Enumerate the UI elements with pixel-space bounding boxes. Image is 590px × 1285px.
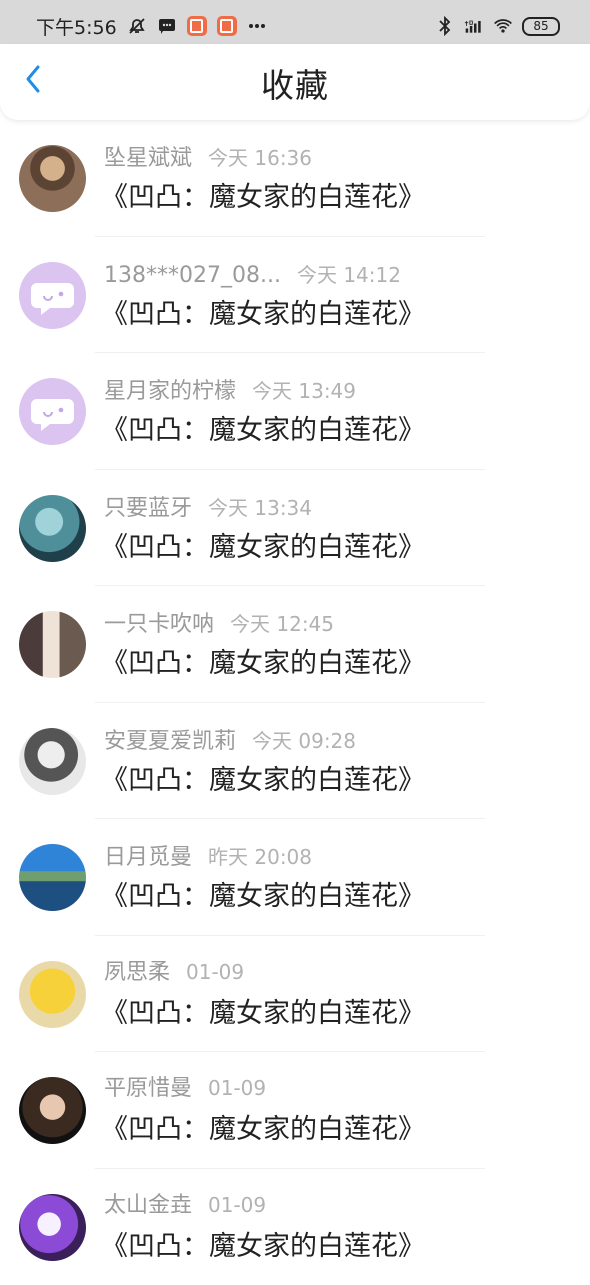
name-row: 夙思柔 01-09 <box>104 958 244 988</box>
item-title: 《凹凸：魔女家的白莲花》 <box>101 763 425 799</box>
avatar <box>19 145 86 212</box>
avatar <box>19 844 86 911</box>
list-item[interactable]: 坠星斌斌 今天 16:36 《凹凸：魔女家的白莲花》 <box>0 120 590 237</box>
name-row: 只要蓝牙 今天 13:34 <box>104 492 312 524</box>
user-name: 坠星斌斌 <box>104 144 192 174</box>
name-row: 坠星斌斌 今天 16:36 <box>104 142 312 174</box>
message-icon <box>157 16 177 36</box>
timestamp: 今天 12:45 <box>230 608 334 637</box>
timestamp: 今天 09:28 <box>252 725 356 754</box>
status-time: 下午5:56 <box>36 13 117 40</box>
timestamp: 昨天 20:08 <box>208 841 312 870</box>
page-title: 收藏 <box>0 66 590 106</box>
user-name: 平原惜曼 <box>104 1074 192 1104</box>
list-item[interactable]: 平原惜曼 01-09 《凹凸：魔女家的白莲花》 <box>0 1052 590 1169</box>
app-icon <box>187 16 207 36</box>
item-title: 《凹凸：魔女家的白莲花》 <box>101 1112 425 1148</box>
timestamp: 今天 13:49 <box>252 375 356 404</box>
timestamp: 今天 13:34 <box>208 492 312 521</box>
more-icon <box>247 16 267 36</box>
avatar <box>19 1077 86 1144</box>
chat-bubble-icon <box>19 378 86 445</box>
bluetooth-icon <box>435 16 455 36</box>
user-name: 太山金垚 <box>104 1191 192 1221</box>
timestamp: 今天 16:36 <box>208 142 312 171</box>
app-icon <box>217 16 237 36</box>
favorites-list: 坠星斌斌 今天 16:36 《凹凸：魔女家的白莲花》 138***027_08.… <box>0 120 590 1285</box>
avatar <box>19 611 86 678</box>
timestamp: 01-09 <box>208 1076 266 1100</box>
user-name: 星月家的柠檬 <box>104 377 236 407</box>
timestamp: 01-09 <box>208 1193 266 1217</box>
user-name: 只要蓝牙 <box>104 494 192 524</box>
timestamp: 01-09 <box>186 960 244 984</box>
item-title: 《凹凸：魔女家的白莲花》 <box>101 530 425 566</box>
name-row: 安夏夏爱凯莉 今天 09:28 <box>104 725 356 757</box>
timestamp: 今天 14:12 <box>297 259 401 288</box>
list-item[interactable]: 安夏夏爱凯莉 今天 09:28 《凹凸：魔女家的白莲花》 <box>0 703 590 820</box>
list-item[interactable]: 星月家的柠檬 今天 13:49 《凹凸：魔女家的白莲花》 <box>0 353 590 470</box>
list-item[interactable]: 一只卡吹呐 今天 12:45 《凹凸：魔女家的白莲花》 <box>0 586 590 703</box>
user-name: 安夏夏爱凯莉 <box>104 727 236 757</box>
avatar <box>19 495 86 562</box>
item-title: 《凹凸：魔女家的白莲花》 <box>101 879 425 915</box>
item-title: 《凹凸：魔女家的白莲花》 <box>101 646 425 682</box>
mute-icon <box>127 16 147 36</box>
wifi-icon <box>493 16 513 36</box>
chat-avatar <box>19 378 86 445</box>
item-title: 《凹凸：魔女家的白莲花》 <box>101 1229 425 1265</box>
status-bar: 下午5:56 <box>0 0 590 44</box>
avatar <box>19 961 86 1028</box>
list-item[interactable]: 日月觅曼 昨天 20:08 《凹凸：魔女家的白莲花》 <box>0 819 590 936</box>
name-row: 日月觅曼 昨天 20:08 <box>104 841 312 873</box>
status-bar-left: 下午5:56 <box>36 13 267 39</box>
list-item[interactable]: 只要蓝牙 今天 13:34 《凹凸：魔女家的白莲花》 <box>0 470 590 587</box>
avatar <box>19 728 86 795</box>
name-row: 太山金垚 01-09 <box>104 1191 266 1221</box>
status-bar-right: 85 <box>435 14 560 38</box>
name-row: 138***027_08... 今天 14:12 <box>104 259 401 291</box>
user-name: 日月觅曼 <box>104 843 192 873</box>
name-row: 一只卡吹呐 今天 12:45 <box>104 608 334 640</box>
item-title: 《凹凸：魔女家的白莲花》 <box>101 413 425 449</box>
user-name: 夙思柔 <box>104 958 170 988</box>
name-row: 星月家的柠檬 今天 13:49 <box>104 375 356 407</box>
hd-signal-icon <box>464 16 484 36</box>
avatar <box>19 1194 86 1261</box>
list-item[interactable]: 138***027_08... 今天 14:12 《凹凸：魔女家的白莲花》 <box>0 237 590 354</box>
list-item[interactable]: 夙思柔 01-09 《凹凸：魔女家的白莲花》 <box>0 936 590 1053</box>
name-row: 平原惜曼 01-09 <box>104 1074 266 1104</box>
list-item[interactable]: 太山金垚 01-09 《凹凸：魔女家的白莲花》 <box>0 1169 590 1285</box>
user-name: 一只卡吹呐 <box>104 610 214 640</box>
item-title: 《凹凸：魔女家的白莲花》 <box>101 297 425 333</box>
item-title: 《凹凸：魔女家的白莲花》 <box>101 996 425 1032</box>
header: 收藏 <box>0 44 590 120</box>
chat-avatar <box>19 262 86 329</box>
chat-bubble-icon <box>19 262 86 329</box>
user-name: 138***027_08... <box>104 261 281 291</box>
battery-icon: 85 <box>522 17 560 36</box>
item-title: 《凹凸：魔女家的白莲花》 <box>101 180 425 216</box>
